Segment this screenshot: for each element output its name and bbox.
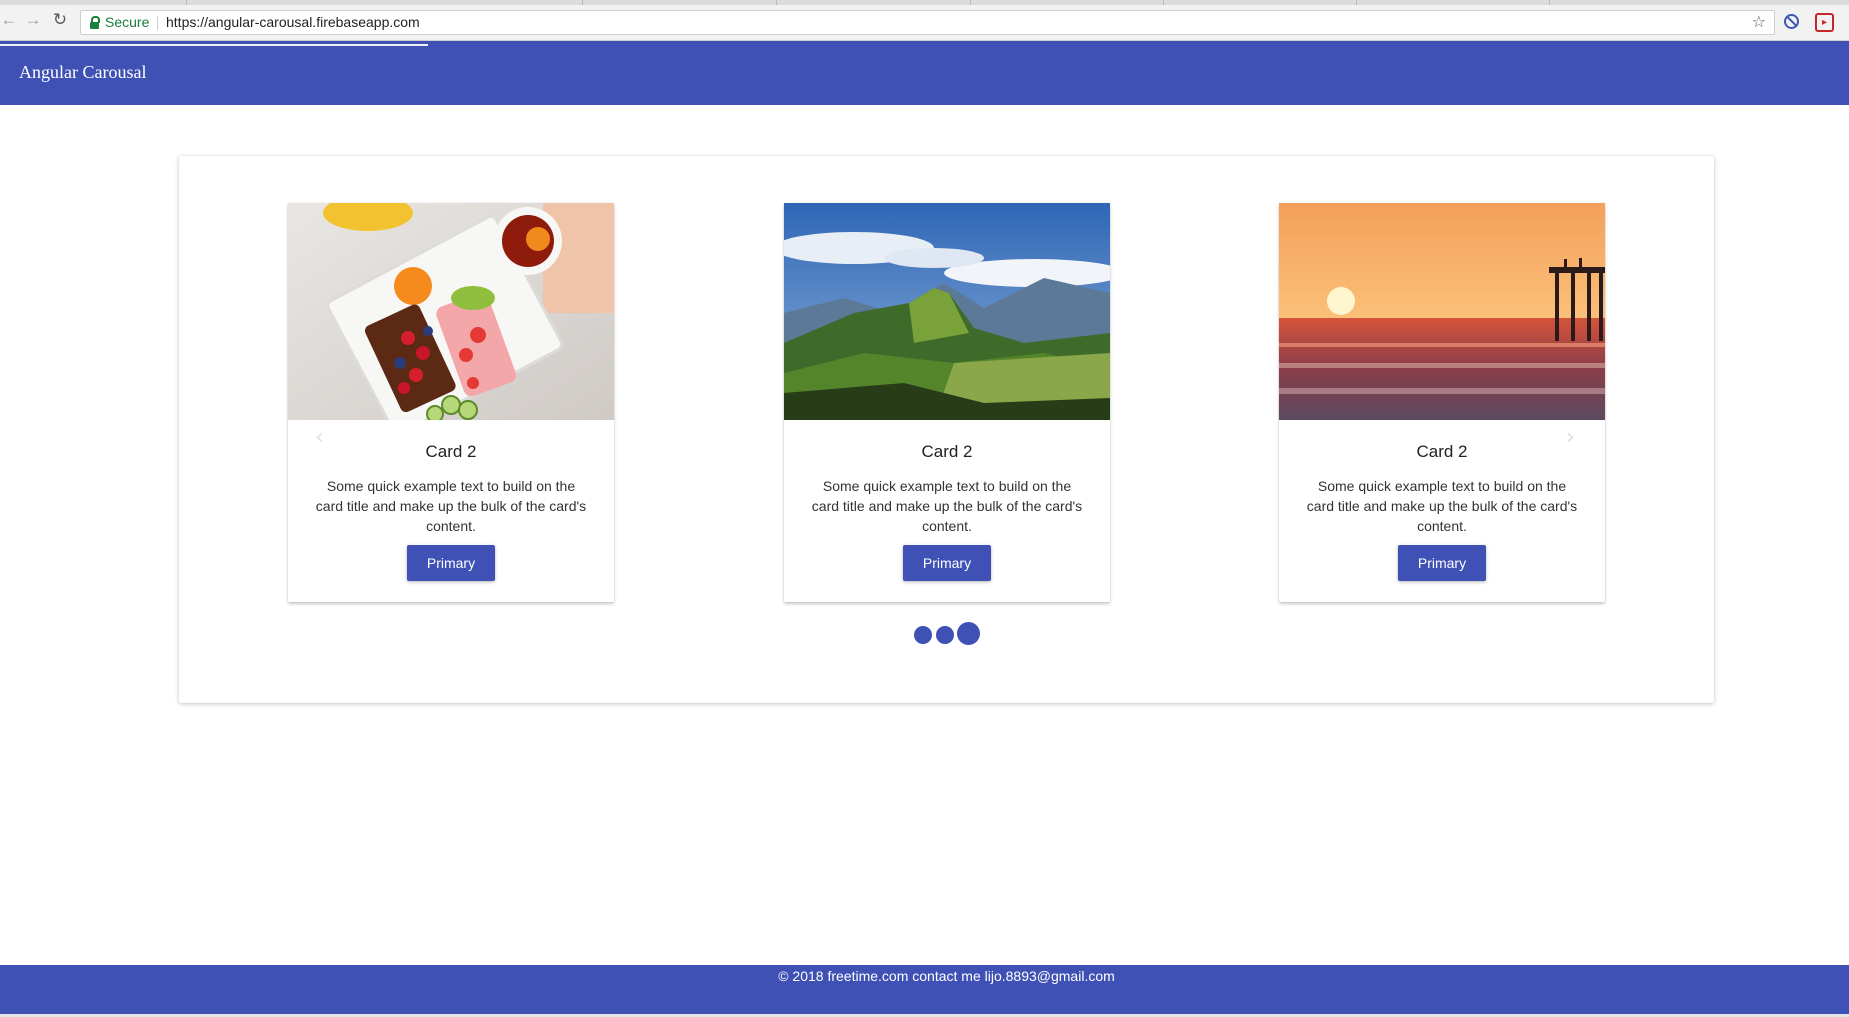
carousel-indicator-dot[interactable]	[914, 626, 932, 644]
url-text[interactable]: https://angular-carousal.firebaseapp.com	[166, 11, 420, 34]
card-text: Some quick example text to build on the …	[1306, 478, 1578, 534]
primary-button[interactable]: Primary	[903, 545, 991, 581]
bookmark-star-icon[interactable]: ☆	[1752, 11, 1766, 34]
card-title: Card 2	[425, 442, 477, 461]
footer-text: © 2018 freetime.com contact me lijo.8893…	[778, 968, 1115, 984]
carousel-indicators	[914, 620, 994, 646]
primary-button[interactable]: Primary	[407, 545, 495, 581]
forward-icon[interactable]: →	[24, 11, 42, 29]
mountain-landscape-photo	[784, 203, 1110, 420]
carousel: Card 2 Some quick example text to build …	[179, 156, 1714, 703]
primary-button[interactable]: Primary	[1398, 545, 1486, 581]
reload-icon[interactable]: ↻	[51, 11, 69, 29]
tab-strip[interactable]	[0, 0, 1849, 5]
back-icon[interactable]: ←	[0, 11, 18, 29]
card-text: Some quick example text to build on the …	[315, 478, 587, 534]
lock-icon	[90, 16, 100, 29]
breakfast-toast-photo	[288, 203, 614, 420]
footer: © 2018 freetime.com contact me lijo.8893…	[0, 965, 1849, 1015]
carousel-indicator-dot[interactable]	[936, 626, 954, 644]
chevron-right-icon[interactable]: ›	[1566, 425, 1575, 450]
carousel-indicator-dot-active[interactable]	[957, 622, 980, 645]
card-title: Card 2	[1416, 442, 1468, 461]
browser-chrome: ← → ↻ Secure https://angular-carousal.fi…	[0, 0, 1849, 41]
app-title: Angular Carousal	[19, 62, 147, 82]
carousel-card: Card 2 Some quick example text to build …	[784, 203, 1110, 602]
address-bar[interactable]: Secure https://angular-carousal.firebase…	[80, 10, 1775, 35]
carousel-card: Card 2 Some quick example text to build …	[288, 203, 614, 602]
card-text: Some quick example text to build on the …	[811, 478, 1083, 534]
block-extension-icon[interactable]	[1784, 14, 1799, 29]
beach-sunset-pier-photo	[1279, 203, 1605, 420]
carousel-card: Card 2 Some quick example text to build …	[1279, 203, 1605, 602]
card-title: Card 2	[921, 442, 973, 461]
address-separator	[157, 16, 158, 30]
chevron-left-icon[interactable]: ‹	[315, 425, 324, 450]
toolbar-highlight-line	[0, 44, 428, 46]
video-extension-icon[interactable]: ▸	[1815, 13, 1834, 32]
app-toolbar: Angular Carousal	[0, 41, 1849, 105]
secure-label: Secure	[105, 14, 150, 30]
